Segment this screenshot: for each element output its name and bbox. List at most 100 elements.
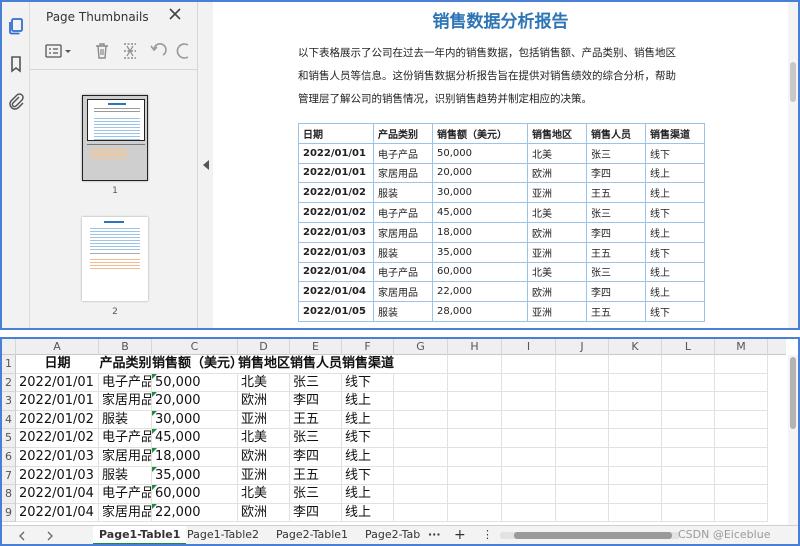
collapse-panel-button[interactable] — [199, 2, 213, 328]
grid-cell[interactable]: 电子产品 — [99, 373, 152, 393]
grid-cell[interactable]: 线上 — [342, 503, 394, 523]
grid-cell[interactable] — [394, 392, 448, 411]
grid-cell[interactable]: 亚洲 — [238, 410, 290, 430]
column-header[interactable]: L — [662, 339, 715, 355]
grid-cell[interactable] — [556, 392, 609, 411]
grid-cell[interactable] — [662, 355, 715, 374]
grid-cell[interactable]: 线下 — [342, 429, 394, 448]
grid-cell[interactable]: 线上 — [342, 392, 394, 411]
grid-cell[interactable] — [502, 410, 556, 430]
column-header[interactable]: A — [16, 339, 99, 355]
grid-cell[interactable]: 20,000 — [152, 392, 238, 411]
grid-cell[interactable] — [502, 448, 556, 467]
grid-cell[interactable]: 王五 — [290, 466, 342, 486]
grid-cell[interactable] — [556, 410, 609, 430]
grid-cell[interactable] — [556, 448, 609, 467]
grid-cell[interactable]: 家居用品 — [99, 392, 152, 411]
select-all-corner[interactable] — [2, 339, 16, 355]
grid-cell[interactable] — [715, 373, 768, 393]
grid-cell[interactable]: 线上 — [342, 448, 394, 467]
grid-cell[interactable]: 电子产品 — [99, 429, 152, 448]
grid-cell[interactable]: 线上 — [342, 410, 394, 430]
grid-cell[interactable]: 线下 — [342, 373, 394, 393]
grid-cell[interactable]: 张三 — [290, 485, 342, 504]
grid-cell[interactable] — [715, 355, 768, 374]
grid-cell[interactable] — [609, 466, 662, 486]
scrollbar-thumb[interactable] — [514, 532, 672, 539]
column-header[interactable]: B — [99, 339, 152, 355]
grid-cell[interactable]: 2022/01/03 — [16, 448, 99, 467]
grid-cell[interactable]: 欧洲 — [238, 503, 290, 523]
page-thumbnail-1[interactable] — [82, 95, 148, 181]
grid-cell[interactable]: 亚洲 — [238, 466, 290, 486]
column-header[interactable]: J — [556, 339, 609, 355]
grid-cell[interactable] — [609, 373, 662, 393]
grid-cell[interactable] — [448, 429, 502, 448]
grid-cell[interactable]: 2022/01/04 — [16, 485, 99, 504]
redo-icon[interactable] — [174, 41, 194, 61]
grid-cell[interactable] — [556, 429, 609, 448]
grid-cell[interactable]: 销售地区 — [238, 355, 290, 374]
grid-cell[interactable]: 销售人员 — [290, 355, 342, 374]
grid-cell[interactable]: 北美 — [238, 485, 290, 504]
grid-cell[interactable]: 线上 — [342, 485, 394, 504]
grid-cell[interactable]: 销售渠道 — [342, 355, 394, 374]
grid-cell[interactable] — [448, 355, 502, 374]
document-vertical-scrollbar[interactable] — [788, 2, 798, 328]
row-header[interactable]: 7 — [2, 466, 16, 486]
cut-pages-icon[interactable] — [120, 41, 140, 61]
row-header[interactable]: 9 — [2, 503, 16, 523]
row-header[interactable]: 1 — [2, 355, 16, 374]
grid-cell[interactable] — [394, 485, 448, 504]
grid-cell[interactable] — [662, 429, 715, 448]
grid-cell[interactable]: 李四 — [290, 448, 342, 467]
grid-cell[interactable] — [609, 429, 662, 448]
close-icon[interactable] — [166, 5, 184, 23]
grid-cell[interactable] — [502, 429, 556, 448]
grid-cell[interactable] — [662, 410, 715, 430]
grid-cell[interactable] — [394, 373, 448, 393]
grid-cell[interactable] — [715, 485, 768, 504]
column-header[interactable]: M — [715, 339, 768, 355]
grid-cell[interactable] — [394, 466, 448, 486]
grid-cell[interactable] — [556, 373, 609, 393]
grid-cell[interactable] — [662, 448, 715, 467]
column-header[interactable]: C — [152, 339, 238, 355]
grid-cell[interactable]: 18,000 — [152, 448, 238, 467]
attachment-icon[interactable] — [6, 91, 26, 111]
grid-cell[interactable]: 服装 — [99, 466, 152, 486]
grid-cell[interactable] — [556, 485, 609, 504]
grid-cell[interactable]: 北美 — [238, 429, 290, 448]
grid-cell[interactable] — [662, 466, 715, 486]
grid-cell[interactable]: 电子产品 — [99, 485, 152, 504]
grid-cell[interactable] — [448, 466, 502, 486]
grid-cell[interactable] — [556, 466, 609, 486]
row-header[interactable]: 3 — [2, 392, 16, 411]
grid-cell[interactable] — [662, 503, 715, 523]
copy-pages-icon[interactable] — [6, 16, 26, 36]
grid-cell[interactable]: 45,000 — [152, 429, 238, 448]
grid-cell[interactable]: 2022/01/01 — [16, 373, 99, 393]
grid-cell[interactable]: 欧洲 — [238, 392, 290, 411]
grid-cell[interactable]: 2022/01/03 — [16, 466, 99, 486]
column-header[interactable]: D — [238, 339, 290, 355]
grid-cell[interactable] — [448, 503, 502, 523]
grid-cell[interactable]: 销售额（美元） — [152, 355, 243, 374]
grid-cell[interactable] — [715, 503, 768, 523]
grid-cell[interactable]: 线下 — [342, 466, 394, 486]
grid-cell[interactable]: 家居用品 — [99, 503, 152, 523]
sheet-horizontal-scrollbar[interactable] — [500, 532, 680, 539]
grid-cell[interactable] — [502, 392, 556, 411]
grid-cell[interactable]: 产品类别 — [99, 355, 152, 374]
grid-cell[interactable] — [448, 392, 502, 411]
grid-cell[interactable] — [609, 392, 662, 411]
grid-cell[interactable]: 30,000 — [152, 410, 238, 430]
grid-cell[interactable]: 服装 — [99, 410, 152, 430]
grid-cell[interactable]: 60,000 — [152, 485, 238, 504]
grid-cell[interactable]: 北美 — [238, 373, 290, 393]
sheet-tab-page1-table2[interactable]: Page1-Table2 — [181, 526, 265, 544]
more-tabs-button[interactable]: ··· — [422, 526, 447, 544]
grid-cell[interactable] — [502, 503, 556, 523]
grid-cell[interactable] — [502, 466, 556, 486]
sheet-menu-button[interactable]: ⋮ — [476, 526, 499, 544]
